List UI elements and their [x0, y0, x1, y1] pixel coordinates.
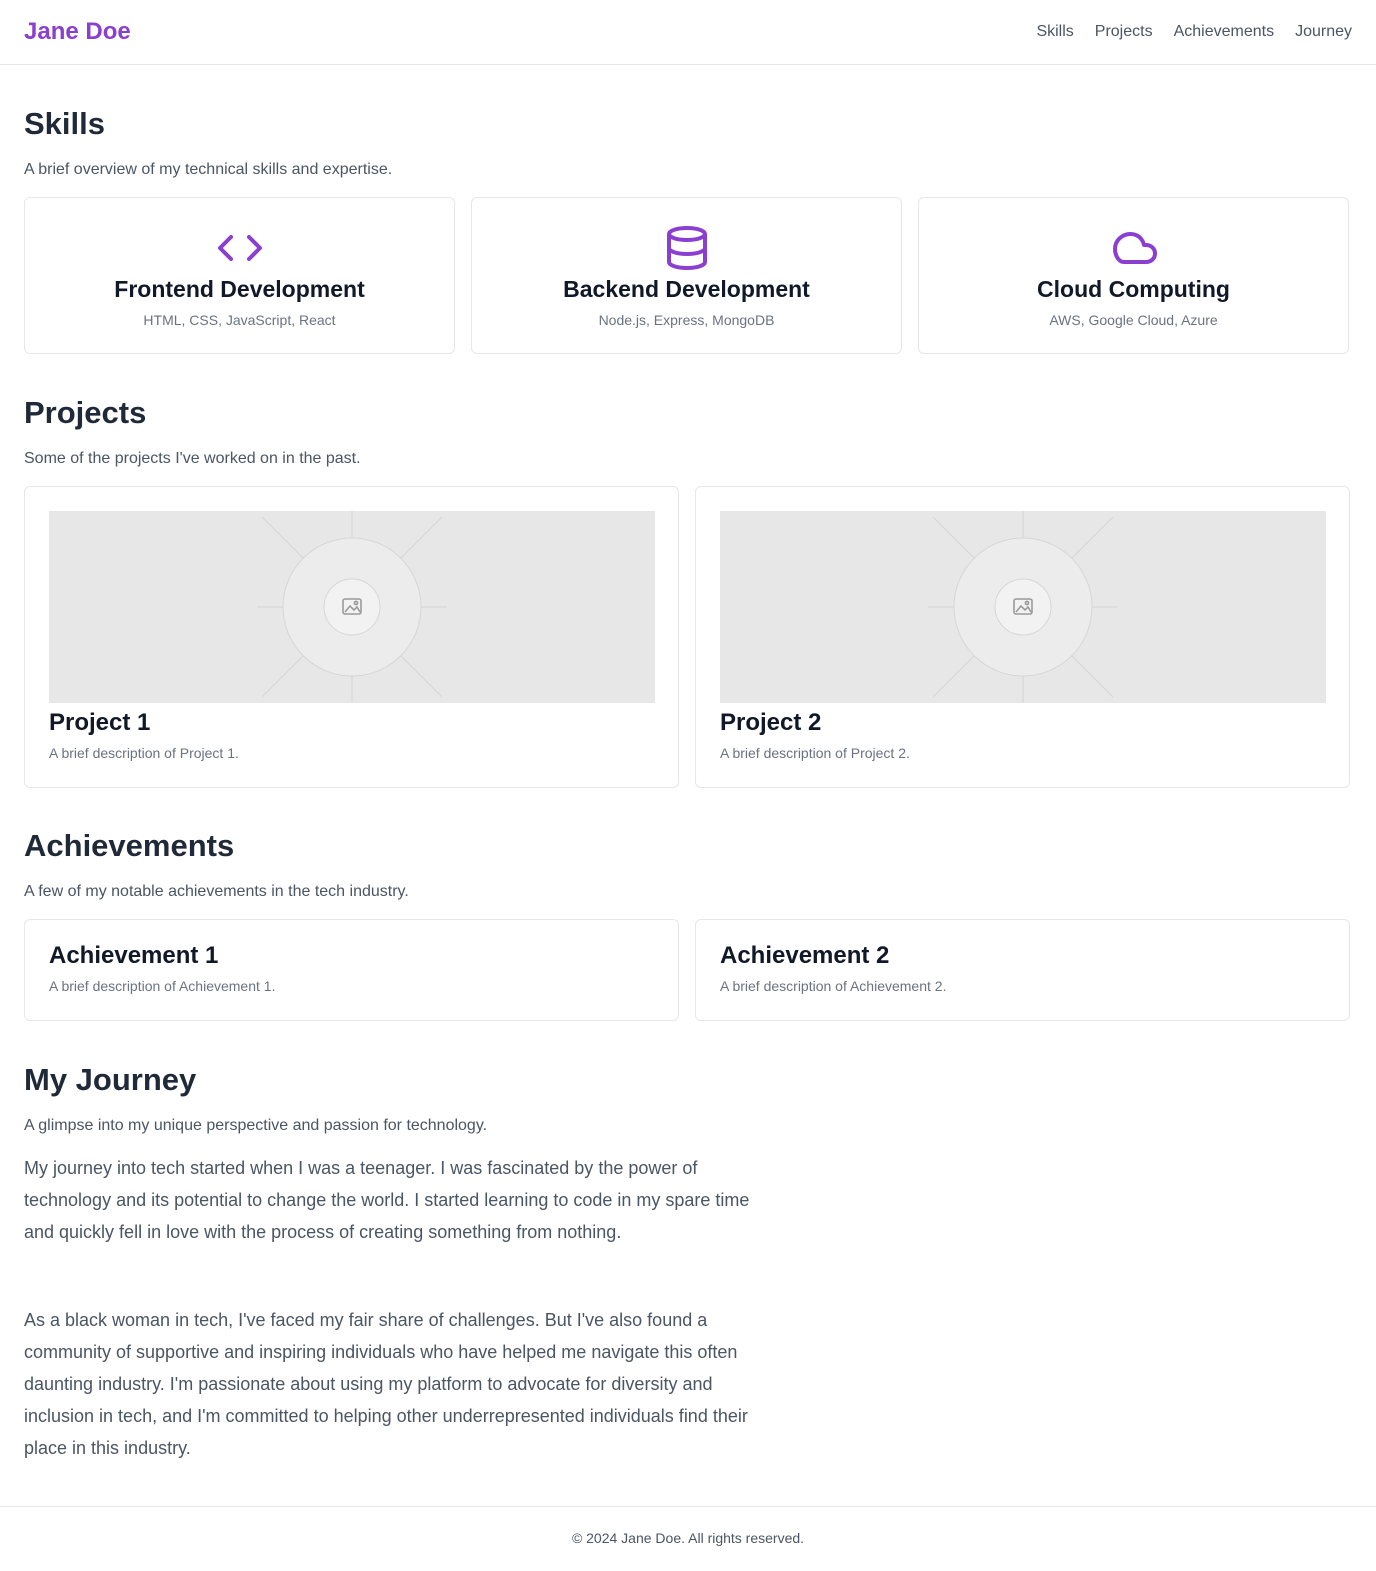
main-nav: Skills Projects Achievements Journey — [1036, 21, 1352, 43]
skill-desc: AWS, Google Cloud, Azure — [1049, 312, 1218, 328]
journey-title: My Journey — [24, 1062, 197, 1097]
skills-title: Skills — [24, 106, 105, 141]
achievement-desc: A brief description of Achievement 1. — [49, 978, 276, 994]
code-icon — [217, 235, 262, 261]
image-placeholder-icon — [928, 511, 1118, 703]
copyright-text: © 2024 Jane Doe. All rights reserved. — [571, 1530, 805, 1546]
achievement-card-1: Achievement 1 A brief description of Ach… — [24, 919, 679, 1021]
journey-paragraph: As a black woman in tech, I've faced my … — [24, 1310, 748, 1458]
skill-title: Backend Development — [563, 276, 810, 302]
achievement-title: Achievement 1 — [49, 942, 219, 969]
projects-subtitle: Some of the projects I've worked on in t… — [24, 450, 361, 467]
achievements-subtitle: A few of my notable achievements in the … — [24, 883, 409, 900]
project-image-placeholder — [49, 511, 655, 703]
nav-link-journey[interactable]: Journey — [1295, 21, 1352, 43]
skill-desc: HTML, CSS, JavaScript, React — [143, 312, 336, 328]
nav-link-projects[interactable]: Projects — [1095, 21, 1153, 43]
project-card-2[interactable]: Project 2 A brief description of Project… — [695, 486, 1350, 788]
project-card-1[interactable]: Project 1 A brief description of Project… — [24, 486, 679, 788]
projects-title: Projects — [24, 395, 147, 430]
skill-title: Frontend Development — [114, 276, 365, 302]
achievement-card-2: Achievement 2 A brief description of Ach… — [695, 919, 1350, 1021]
cloud-icon — [1112, 232, 1157, 264]
achievements-title: Achievements — [24, 828, 235, 863]
brand-name[interactable]: Jane Doe — [24, 16, 131, 48]
project-desc: A brief description of Project 1. — [49, 745, 239, 761]
project-title: Project 2 — [720, 709, 822, 736]
journey-section: My Journey A glimpse into my unique pers… — [24, 1060, 1352, 1470]
database-icon — [666, 226, 707, 271]
journey-subtitle: A glimpse into my unique perspective and… — [24, 1117, 488, 1134]
site-header: Jane Doe Skills Projects Achievements Jo… — [0, 0, 1376, 65]
skill-card-backend: Backend Development Node.js, Express, Mo… — [471, 197, 902, 354]
site-footer: © 2024 Jane Doe. All rights reserved. — [0, 1506, 1376, 1571]
achievements-grid: Achievement 1 A brief description of Ach… — [24, 919, 1352, 1021]
skill-card-frontend: Frontend Development HTML, CSS, JavaScri… — [24, 197, 455, 354]
project-desc: A brief description of Project 2. — [720, 745, 910, 761]
nav-link-skills[interactable]: Skills — [1036, 21, 1073, 43]
achievement-desc: A brief description of Achievement 2. — [720, 978, 947, 994]
skill-desc: Node.js, Express, MongoDB — [598, 312, 775, 328]
projects-section: Projects Some of the projects I've worke… — [24, 393, 1352, 798]
skill-title: Cloud Computing — [1037, 276, 1230, 302]
skill-card-cloud: Cloud Computing AWS, Google Cloud, Azure — [918, 197, 1349, 354]
achievements-section: Achievements A few of my notable achieve… — [24, 826, 1352, 1031]
projects-grid: Project 1 A brief description of Project… — [24, 486, 1352, 788]
journey-paragraph: My journey into tech started when I was … — [24, 1158, 750, 1242]
skills-section: Skills A brief overview of my technical … — [24, 104, 1352, 364]
image-placeholder-icon — [257, 511, 447, 703]
project-title: Project 1 — [49, 709, 151, 736]
nav-link-achievements[interactable]: Achievements — [1174, 21, 1275, 43]
skills-subtitle: A brief overview of my technical skills … — [24, 161, 393, 178]
achievement-title: Achievement 2 — [720, 942, 890, 969]
project-image-placeholder — [720, 511, 1326, 703]
skills-grid: Frontend Development HTML, CSS, JavaScri… — [24, 197, 1352, 354]
